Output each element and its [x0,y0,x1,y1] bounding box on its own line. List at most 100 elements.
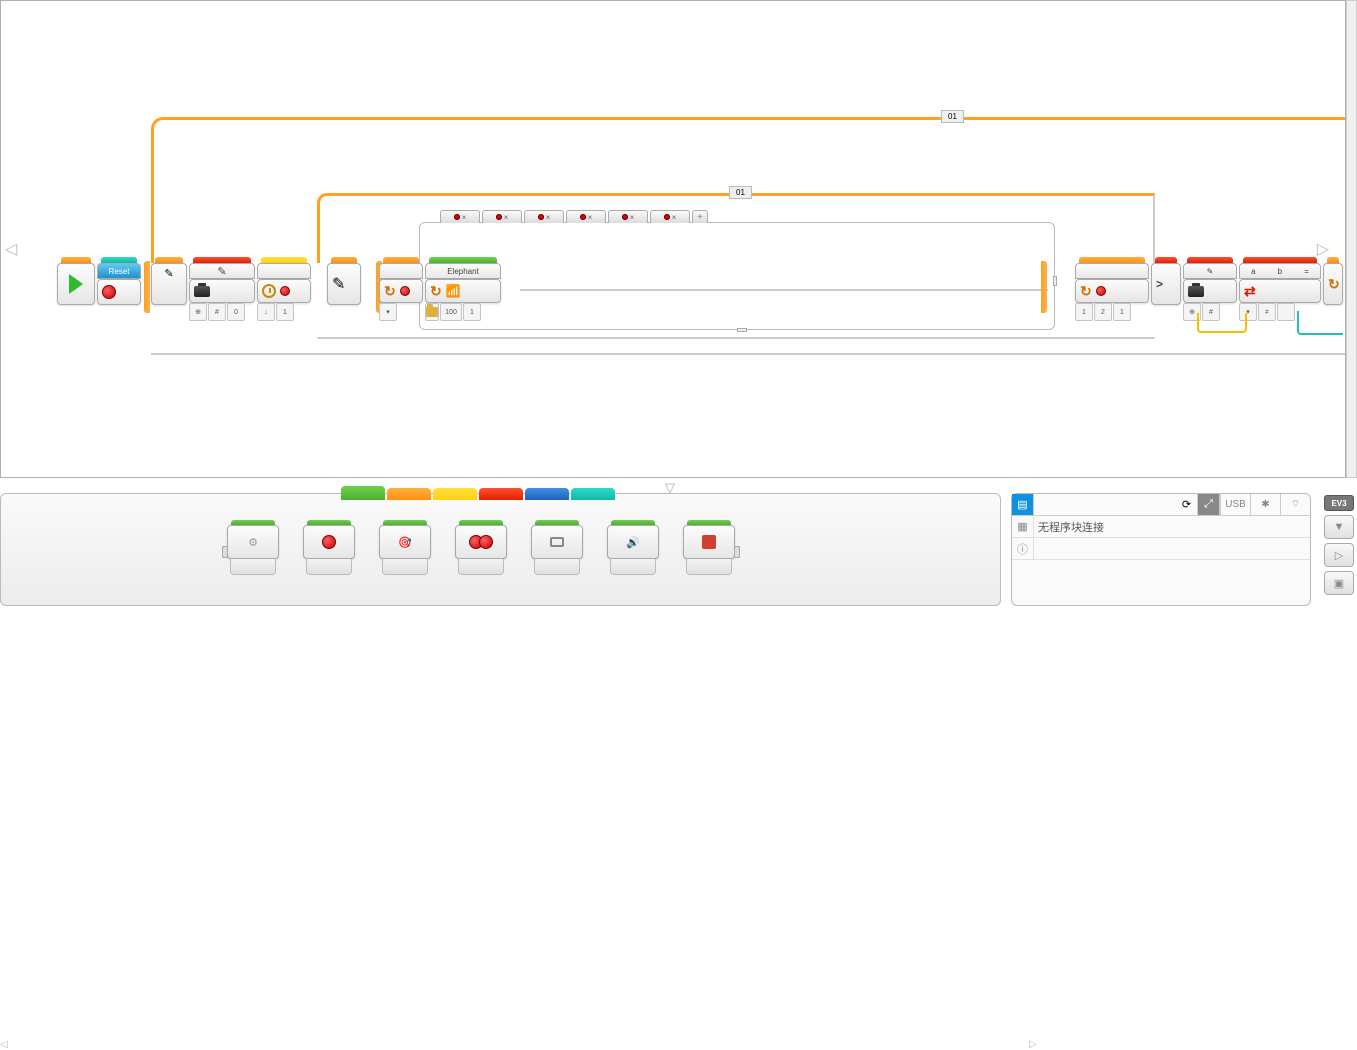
timer-block[interactable]: ↓ 1 [257,257,311,321]
loop-end-block[interactable]: ↻ 1 2 1 [1075,257,1149,321]
loop-block-partial[interactable]: ↻ [1323,257,1343,305]
palette-block-move-tank[interactable] [455,520,507,575]
status-dot-icon [1096,286,1106,296]
programming-canvas[interactable]: ◁ ▷ 01 01 × × × × × × + Reset [0,0,1346,478]
myblock-reset[interactable]: Reset [97,257,141,305]
param-cell[interactable]: ⊕ [189,303,207,321]
palette-tab-flow[interactable] [387,488,431,500]
variable-read-block[interactable]: ✎ ⊕ # [1183,257,1237,321]
switch-case-tab[interactable]: × [482,210,522,223]
palette-block-motor-large[interactable] [303,520,355,575]
param-cell[interactable]: ≠ [1258,303,1276,321]
folder-icon [426,307,438,317]
switch-case-tab[interactable]: × [566,210,606,223]
suitcase-icon [1188,286,1204,297]
palette-block-motor-medium[interactable]: ⚙ [227,520,279,575]
param-label: b [1278,267,1282,276]
loop-start-block[interactable]: ✎ [327,257,361,305]
param-cell[interactable] [1277,303,1295,321]
palette-category-tabs [341,488,615,500]
palette-scroll-right-icon[interactable]: ▷ [1029,1039,1039,1050]
refresh-button[interactable]: ⟳ [1176,494,1198,515]
speaker-icon: 🔊 [624,533,642,551]
palette-scroll-left-icon[interactable]: ◁ [0,1039,10,1050]
bottom-panel: ⚙ 🎯 [0,493,1357,606]
brick-light-icon [702,535,716,549]
param-label: = [1304,267,1309,276]
pencil-icon: ✎ [213,262,231,280]
status-dot-icon [280,286,290,296]
loop-label-outer[interactable]: 01 [941,110,964,123]
tank-icon [479,535,493,549]
record-icon [102,285,116,299]
port-view-icon[interactable]: ▦ [1012,516,1034,537]
pencil-icon: ✎ [332,274,345,294]
loop-interrupt-block[interactable]: ↻ ▾ [379,257,423,321]
run-button[interactable]: ▷ [1324,543,1354,567]
data-wire-teal [1297,311,1343,335]
ev3-badge: EV3 [1324,495,1354,511]
expand-button[interactable]: ⤢ [1198,494,1220,515]
motor-icon: ⚙ [244,533,262,551]
param-cell[interactable]: 1 [1113,303,1131,321]
sound-label: Elephant [425,263,501,279]
palette-tab-action[interactable] [341,486,385,500]
palette-block-display[interactable] [531,520,583,575]
loop-label-inner[interactable]: 01 [729,186,752,199]
run-selected-button[interactable]: ▣ [1324,571,1354,595]
compare-block[interactable]: > [1151,257,1181,305]
param-cell[interactable]: ▾ [379,303,397,321]
myblock-label: Reset [97,263,141,279]
param-cell[interactable]: 1 [276,303,294,321]
status-message: 无程序块连接 [1034,519,1104,535]
switch-case-tab[interactable]: × [650,210,690,223]
param-cell[interactable]: ↓ [257,303,275,321]
param-cell[interactable]: 2 [1094,303,1112,321]
brick-info-tab[interactable]: ▤ [1012,494,1034,515]
palette-tab-data[interactable] [479,488,523,500]
switch-case-tabs: × × × × × × + [440,210,708,223]
status-dot-icon [400,286,410,296]
param-cell[interactable]: 1 [1075,303,1093,321]
sound-bars-icon: 📶 [446,284,461,298]
steering-icon: 🎯 [396,533,414,551]
scroll-left-icon[interactable]: ◁ [5,239,17,259]
play-loop-icon: ↻ [430,283,442,300]
palette-tab-sensor[interactable] [433,488,477,500]
switch-case-tab[interactable]: × [524,210,564,223]
variable-write-block[interactable]: ✎ ⊕ # 0 [189,257,255,321]
sound-block[interactable]: Elephant ↻ 📶 100 1 [425,257,501,321]
vertical-scrollbar[interactable] [1346,0,1357,478]
resize-handle-icon[interactable] [737,328,747,332]
connection-bluetooth-icon[interactable]: ✱ [1250,494,1280,515]
motor-icon [322,535,336,549]
loop-border-bottom [151,353,1345,355]
greater-than-icon: > [1156,277,1163,291]
param-cell[interactable]: 1 [463,303,481,321]
palette-tab-myblocks[interactable] [571,488,615,500]
param-cell[interactable] [425,303,439,321]
timer-icon [262,284,276,298]
connection-usb[interactable]: USB [1220,494,1250,515]
palette-block-move-steering[interactable]: 🎯 [379,520,431,575]
display-icon [550,537,564,547]
param-cell[interactable]: 0 [227,303,245,321]
loop-border-bottom [317,337,1155,339]
play-icon [69,274,83,294]
start-block[interactable] [57,257,95,305]
loop-arrow-icon: ↻ [1080,283,1092,300]
palette-block-brick-status[interactable] [683,520,735,575]
run-controls: EV3 ▼ ▷ ▣ [1321,493,1357,606]
connection-wifi-icon[interactable]: ⌔ [1280,494,1310,515]
switch-case-tab[interactable]: × [608,210,648,223]
loop-start-block[interactable]: ✎ [151,257,187,305]
switch-add-case-button[interactable]: + [692,210,708,223]
switch-case-tab[interactable]: × [440,210,480,223]
download-button[interactable]: ▼ [1324,515,1354,539]
available-bricks-icon[interactable]: ⓘ [1012,538,1034,559]
param-cell[interactable]: 100 [440,303,462,321]
palette-tab-advanced[interactable] [525,488,569,500]
suitcase-icon [194,286,210,297]
param-cell[interactable]: # [208,303,226,321]
palette-block-sound[interactable]: 🔊 [607,520,659,575]
